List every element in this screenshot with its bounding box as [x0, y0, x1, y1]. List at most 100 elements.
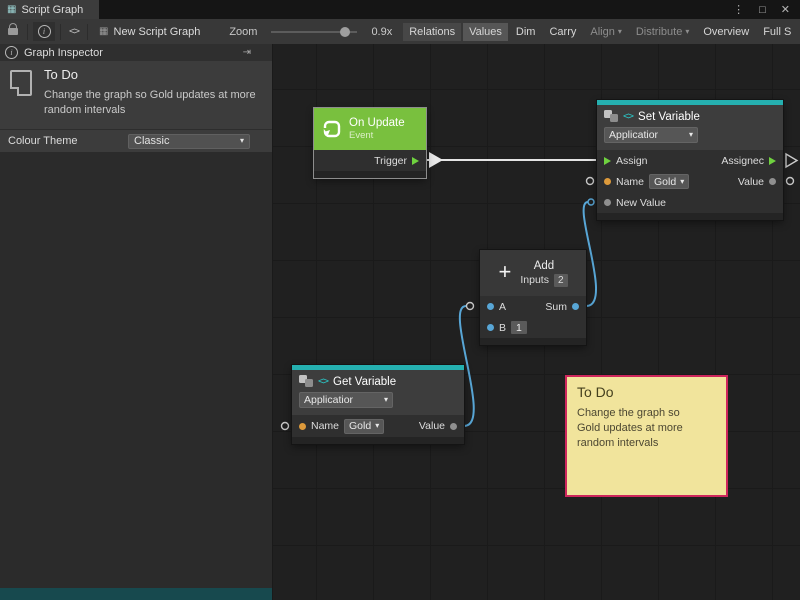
node-footer: [597, 213, 783, 220]
value-label: Value: [738, 176, 764, 188]
node-add[interactable]: + Add Inputs 2 A Sum: [480, 250, 586, 345]
node-title: On Update: [349, 117, 405, 129]
node-get-variable[interactable]: <> Get Variable Applicatior ▾ Name Gold …: [292, 365, 464, 444]
set-variable-value-port[interactable]: [787, 178, 794, 185]
inspector-toggle-button[interactable]: i: [33, 22, 55, 41]
set-variable-name-port[interactable]: [587, 178, 594, 185]
assigned-output-port[interactable]: [769, 157, 776, 165]
node-footer: [314, 171, 426, 178]
todo-title: To Do: [44, 67, 78, 82]
add-a-port[interactable]: [467, 303, 474, 310]
variable-name-dropdown[interactable]: Gold ▾: [344, 419, 384, 434]
zoom-value: 0.9x: [371, 26, 392, 38]
colour-theme-label: Colour Theme: [8, 135, 78, 147]
sum-output-port[interactable]: [572, 303, 579, 310]
a-label: A: [499, 301, 506, 313]
event-loop-icon: [322, 119, 342, 139]
sum-label: Sum: [545, 301, 567, 313]
inspector-bottom-strip: [0, 588, 272, 600]
get-variable-header: <> Get Variable Applicatior ▾: [292, 370, 464, 415]
name-label: Name: [311, 420, 339, 432]
note-icon: [10, 70, 32, 96]
values-button[interactable]: Values: [463, 23, 508, 41]
chevron-down-icon: ▾: [384, 396, 388, 404]
graph-inspector-title: Graph Inspector: [24, 47, 103, 59]
assign-row: Assign Assignec: [597, 150, 783, 171]
toolbar-buttons: Relations Values Dim Carry Align▾ Distri…: [403, 23, 797, 41]
tab-bar: ▦ Script Graph ⋮ □ ✕: [0, 0, 800, 19]
window-menu-icon[interactable]: ⋮: [733, 3, 744, 16]
trigger-row: Trigger: [314, 150, 426, 171]
variable-name-dropdown[interactable]: Gold ▾: [649, 174, 689, 189]
assign-input-port[interactable]: [604, 157, 611, 165]
new-value-port[interactable]: [588, 199, 594, 205]
script-graph-icon: ▦: [7, 4, 16, 15]
zoom-slider[interactable]: [271, 31, 357, 33]
maximize-icon[interactable]: □: [759, 4, 766, 16]
align-button[interactable]: Align▾: [584, 23, 627, 41]
trigger-port-label: Trigger: [374, 155, 407, 167]
node-footer: [480, 338, 586, 345]
variable-icon: [299, 375, 313, 388]
pin-icon[interactable]: ⇥: [243, 47, 267, 58]
toolbar-separator: [87, 24, 88, 40]
unity-script-graph-window: ▦ Script Graph ⋮ □ ✕ i <> ▦ New Script G…: [0, 0, 800, 600]
carry-button[interactable]: Carry: [543, 23, 582, 41]
tab-title: Script Graph: [21, 4, 83, 16]
chevron-down-icon: ▾: [689, 131, 693, 139]
trigger-output-port[interactable]: [412, 157, 419, 165]
value-label: Value: [419, 420, 445, 432]
chevron-down-icon: ▾: [680, 178, 684, 186]
new-value-row: New Value: [597, 192, 783, 213]
plus-icon: +: [498, 261, 511, 283]
wire-arrow-icon: [429, 152, 443, 168]
b-input-port[interactable]: [487, 324, 494, 331]
overview-button[interactable]: Overview: [697, 23, 755, 41]
dim-button[interactable]: Dim: [510, 23, 542, 41]
inputs-count[interactable]: 2: [554, 274, 568, 287]
b-value-field[interactable]: 1: [511, 321, 527, 334]
close-icon[interactable]: ✕: [781, 3, 790, 16]
variable-scope-dropdown[interactable]: Applicatior ▾: [604, 127, 698, 143]
node-title: Add: [534, 260, 554, 272]
new-value-input-port[interactable]: [604, 199, 611, 206]
get-variable-name-port[interactable]: [282, 423, 289, 430]
colour-theme-value: Classic: [134, 135, 169, 147]
tab-script-graph[interactable]: ▦ Script Graph: [0, 0, 99, 19]
sticky-note[interactable]: To Do Change the graph so Gold updates a…: [565, 375, 728, 497]
graph-breadcrumb[interactable]: ▦ New Script Graph: [99, 26, 200, 38]
graph-asset-icon: ▦: [99, 26, 108, 37]
zoom-slider-handle[interactable]: [340, 27, 350, 37]
graph-toolbar: i <> ▦ New Script Graph Zoom 0.9x Relati…: [0, 19, 800, 45]
code-icon[interactable]: <>: [66, 26, 82, 37]
name-row: Name Gold ▾ Value: [292, 415, 464, 437]
info-icon: i: [5, 46, 18, 59]
node-on-update[interactable]: On Update Event Trigger: [314, 108, 426, 178]
node-set-variable[interactable]: <> Set Variable Applicatior ▾ Assign Ass…: [597, 100, 783, 220]
on-update-header: On Update Event: [314, 108, 426, 150]
distribute-button[interactable]: Distribute▾: [630, 23, 695, 41]
variable-icon: [604, 110, 618, 123]
todo-text: Change the graph so Gold updates at more…: [44, 88, 259, 118]
assigned-output-port[interactable]: [786, 154, 797, 167]
graph-inspector-panel: i Graph Inspector ⇥ ▲ ▼ To Do Change the…: [0, 44, 273, 600]
graph-inspector-header: i Graph Inspector ⇥: [0, 44, 272, 62]
name-input-port[interactable]: [299, 423, 306, 430]
colour-theme-dropdown[interactable]: Classic ▾: [128, 134, 250, 149]
graph-canvas[interactable]: On Update Event Trigger <> Se: [273, 44, 800, 600]
value-output-port[interactable]: [769, 178, 776, 185]
colour-theme-row: Colour Theme Classic ▾: [0, 129, 272, 152]
full-screen-button[interactable]: Full S: [757, 23, 797, 41]
name-input-port[interactable]: [604, 178, 611, 185]
lock-icon[interactable]: [8, 28, 18, 35]
set-variable-header: <> Set Variable Applicatior ▾: [597, 105, 783, 150]
inspector-todo-section: To Do Change the graph so Gold updates a…: [0, 61, 272, 129]
node-title: Get Variable: [333, 376, 396, 388]
variable-scope-dropdown[interactable]: Applicatior ▾: [299, 392, 393, 408]
chevron-down-icon: ▾: [375, 422, 379, 430]
name-label: Name: [616, 176, 644, 188]
assigned-label: Assignec: [721, 155, 764, 167]
relations-button[interactable]: Relations: [403, 23, 461, 41]
value-output-port[interactable]: [450, 423, 457, 430]
a-input-port[interactable]: [487, 303, 494, 310]
